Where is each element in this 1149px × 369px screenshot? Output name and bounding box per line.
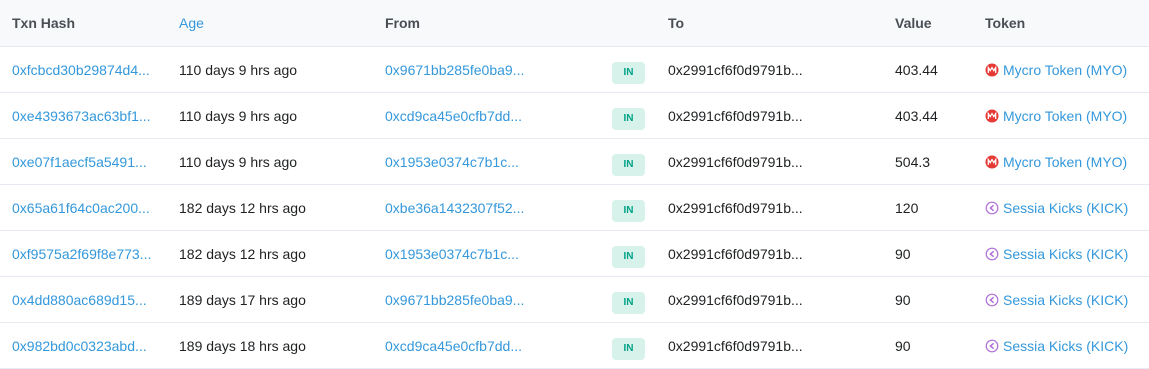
- to-address-text: 0x2991cf6f0d9791b...: [668, 245, 803, 262]
- to-address-text: 0x2991cf6f0d9791b...: [668, 61, 803, 78]
- token-transfers-table: Txn Hash Age From To Value Token 0xfcbcd…: [0, 0, 1149, 369]
- from-address-link[interactable]: 0x9671bb285fe0ba9...: [385, 277, 535, 322]
- token-name: Sessia Kicks (KICK): [1003, 337, 1129, 354]
- direction-cell: IN: [612, 231, 652, 276]
- value-text: 90: [895, 337, 911, 354]
- value-text: 403.44: [895, 61, 938, 78]
- direction-cell: IN: [612, 277, 652, 322]
- header-value: Value: [895, 15, 932, 31]
- sessia-kicks-icon: [985, 339, 999, 353]
- token-link[interactable]: Mycro Token (MYO): [985, 47, 1149, 92]
- header-token: Token: [985, 15, 1026, 31]
- table-row: 0x65a61f64c0ac200... 182 days 12 hrs ago…: [0, 185, 1149, 231]
- token-link[interactable]: Sessia Kicks (KICK): [985, 323, 1149, 368]
- table-header: Txn Hash Age From To Value Token: [0, 0, 1149, 47]
- sessia-kicks-icon: [985, 201, 999, 215]
- age-text: 110 days 9 hrs ago: [179, 107, 298, 124]
- token-name: Mycro Token (MYO): [1003, 153, 1128, 170]
- token-name: Mycro Token (MYO): [1003, 61, 1128, 78]
- token-name: Mycro Token (MYO): [1003, 107, 1128, 124]
- table-row: 0x982bd0c0323abd... 189 days 18 hrs ago …: [0, 323, 1149, 369]
- direction-badge: IN: [612, 199, 645, 222]
- sessia-kicks-icon: [985, 247, 999, 261]
- token-name: Sessia Kicks (KICK): [1003, 199, 1129, 216]
- direction-cell: IN: [612, 323, 652, 368]
- table-body: 0xfcbcd30b29874d4... 110 days 9 hrs ago …: [0, 47, 1149, 369]
- from-address-link[interactable]: 0x9671bb285fe0ba9...: [385, 47, 535, 92]
- age-text: 110 days 9 hrs ago: [179, 153, 298, 170]
- to-address-text: 0x2991cf6f0d9791b...: [668, 199, 803, 216]
- from-address-link[interactable]: 0xcd9ca45e0cfb7dd...: [385, 93, 535, 138]
- token-name: Sessia Kicks (KICK): [1003, 245, 1129, 262]
- direction-badge: IN: [612, 153, 645, 176]
- value-text: 90: [895, 245, 911, 262]
- direction-badge: IN: [612, 245, 645, 268]
- mycro-token-icon: [985, 63, 999, 77]
- direction-badge: IN: [612, 107, 645, 130]
- token-link[interactable]: Mycro Token (MYO): [985, 93, 1149, 138]
- age-text: 110 days 9 hrs ago: [179, 61, 298, 78]
- table-row: 0x4dd880ac689d15... 189 days 17 hrs ago …: [0, 277, 1149, 323]
- token-name: Sessia Kicks (KICK): [1003, 291, 1129, 308]
- direction-badge: IN: [612, 291, 645, 314]
- header-from: From: [385, 15, 420, 31]
- header-to: To: [668, 15, 685, 31]
- txn-hash-link[interactable]: 0x982bd0c0323abd...: [12, 323, 162, 368]
- token-link[interactable]: Sessia Kicks (KICK): [985, 277, 1149, 322]
- table-row: 0xf9575a2f69f8e773... 182 days 12 hrs ag…: [0, 231, 1149, 277]
- value-text: 504.3: [895, 153, 931, 170]
- direction-cell: IN: [612, 47, 652, 92]
- token-link[interactable]: Sessia Kicks (KICK): [985, 185, 1149, 230]
- mycro-token-icon: [985, 109, 999, 123]
- direction-badge: IN: [612, 337, 645, 360]
- header-txn-hash: Txn Hash: [12, 15, 76, 31]
- txn-hash-link[interactable]: 0xfcbcd30b29874d4...: [12, 47, 162, 92]
- direction-cell: IN: [612, 185, 652, 230]
- txn-hash-link[interactable]: 0xf9575a2f69f8e773...: [12, 231, 162, 276]
- direction-cell: IN: [612, 93, 652, 138]
- age-text: 189 days 18 hrs ago: [179, 337, 306, 354]
- value-text: 120: [895, 199, 919, 216]
- age-text: 182 days 12 hrs ago: [179, 245, 306, 262]
- txn-hash-link[interactable]: 0x65a61f64c0ac200...: [12, 185, 162, 230]
- to-address-text: 0x2991cf6f0d9791b...: [668, 153, 803, 170]
- to-address-text: 0x2991cf6f0d9791b...: [668, 291, 803, 308]
- to-address-text: 0x2991cf6f0d9791b...: [668, 337, 803, 354]
- age-text: 182 days 12 hrs ago: [179, 199, 306, 216]
- txn-hash-link[interactable]: 0x4dd880ac689d15...: [12, 277, 162, 322]
- from-address-link[interactable]: 0x1953e0374c7b1c...: [385, 231, 535, 276]
- direction-badge: IN: [612, 61, 645, 84]
- sessia-kicks-icon: [985, 293, 999, 307]
- from-address-link[interactable]: 0xbe36a1432307f52...: [385, 185, 535, 230]
- value-text: 403.44: [895, 107, 938, 124]
- value-text: 90: [895, 291, 911, 308]
- txn-hash-link[interactable]: 0xe4393673ac63bf1...: [12, 93, 162, 138]
- token-link[interactable]: Sessia Kicks (KICK): [985, 231, 1149, 276]
- to-address-text: 0x2991cf6f0d9791b...: [668, 107, 803, 124]
- table-row: 0xfcbcd30b29874d4... 110 days 9 hrs ago …: [0, 47, 1149, 93]
- direction-cell: IN: [612, 139, 652, 184]
- from-address-link[interactable]: 0xcd9ca45e0cfb7dd...: [385, 323, 535, 368]
- header-age-toggle[interactable]: Age: [179, 0, 369, 46]
- from-address-link[interactable]: 0x1953e0374c7b1c...: [385, 139, 535, 184]
- table-row: 0xe07f1aecf5a5491... 110 days 9 hrs ago …: [0, 139, 1149, 185]
- mycro-token-icon: [985, 155, 999, 169]
- age-text: 189 days 17 hrs ago: [179, 291, 306, 308]
- txn-hash-link[interactable]: 0xe07f1aecf5a5491...: [12, 139, 162, 184]
- table-row: 0xe4393673ac63bf1... 110 days 9 hrs ago …: [0, 93, 1149, 139]
- token-link[interactable]: Mycro Token (MYO): [985, 139, 1149, 184]
